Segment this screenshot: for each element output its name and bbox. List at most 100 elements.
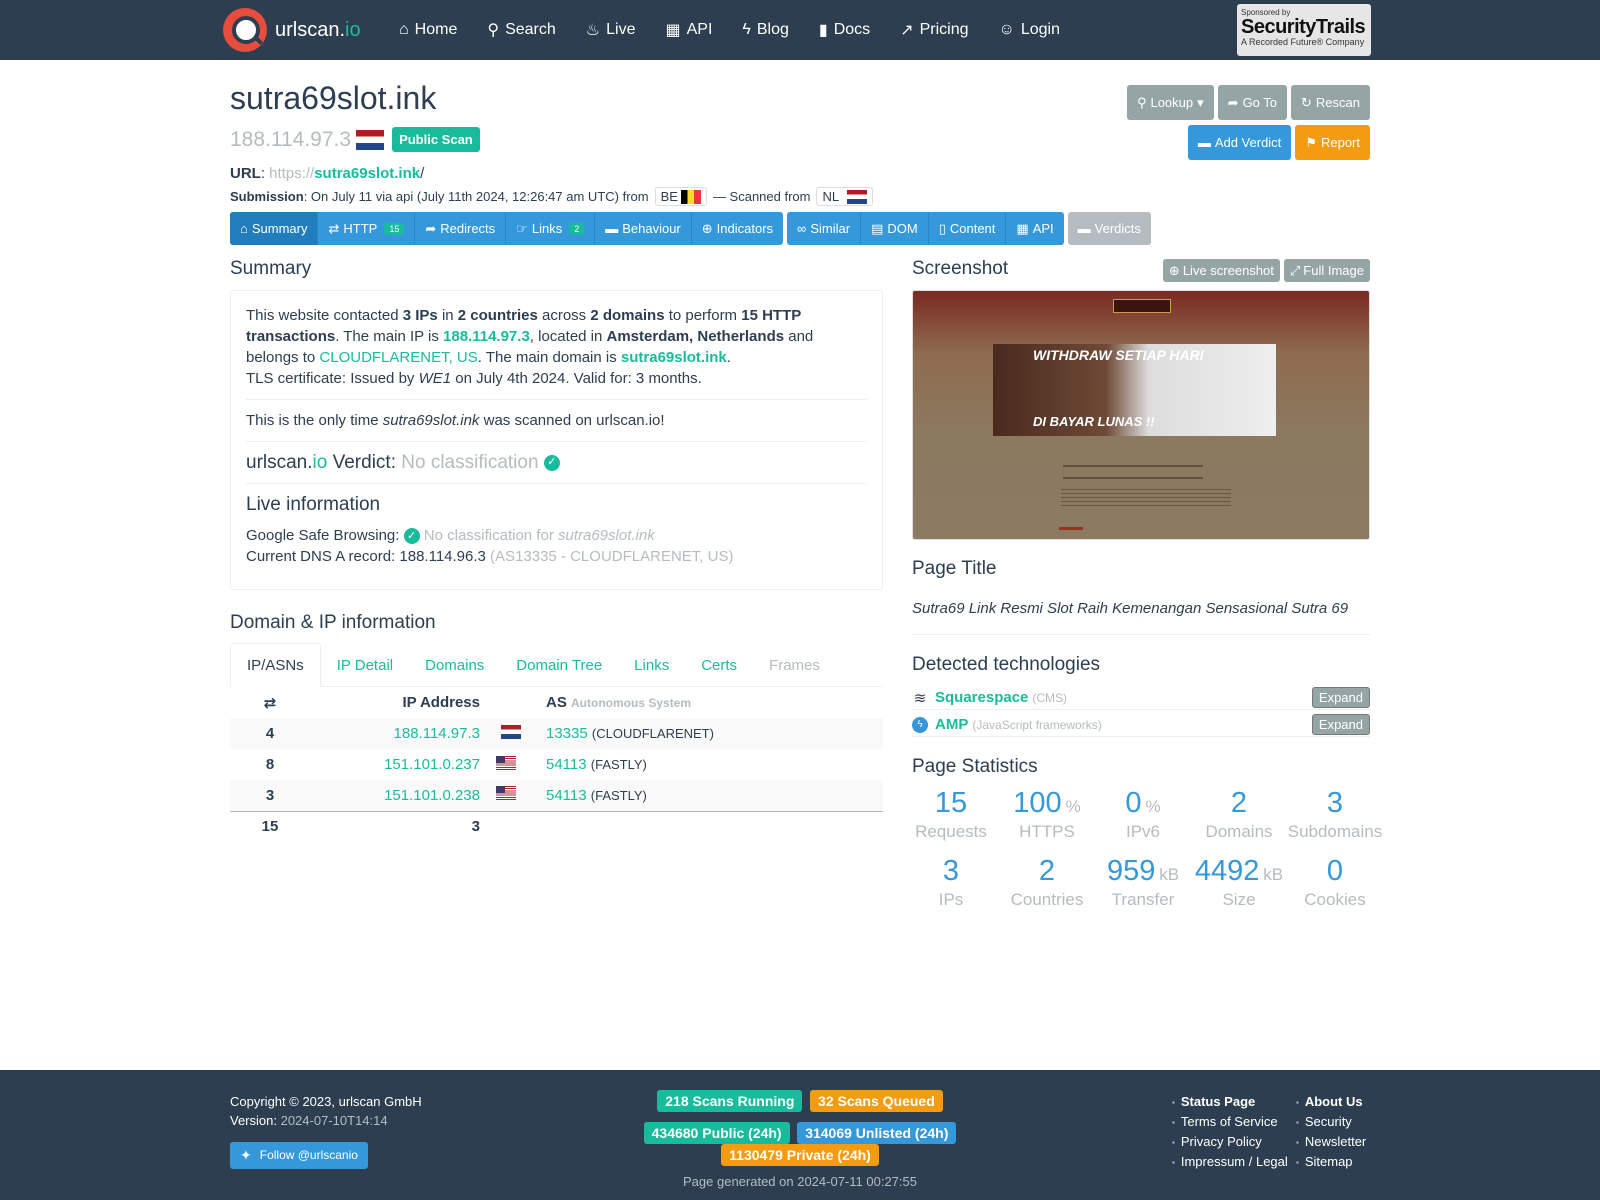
page-title-heading: Page Title	[912, 558, 997, 579]
footer-link-status[interactable]: Status Page	[1172, 1092, 1288, 1112]
page-generated: Page generated on 2024-07-11 00:27:55	[683, 1174, 917, 1189]
url-line: URL: https://sutra69slot.ink/	[230, 165, 425, 182]
asn-link[interactable]: CLOUDFLARENET, US	[319, 349, 477, 366]
tab-verdicts[interactable]: ▬ Verdicts	[1068, 212, 1151, 245]
brand-link[interactable]: urlscan.io	[223, 8, 361, 52]
tab-summary[interactable]: ⌂ Summary	[230, 212, 319, 245]
follow-twitter-button[interactable]: ✦ Follow @urlscanio	[230, 1142, 368, 1169]
report-button[interactable]: ⚑ Report	[1295, 125, 1370, 160]
hand-point-icon: ☞	[516, 220, 528, 236]
brand-text: urlscan.io	[275, 18, 361, 41]
scanner-country: NL	[816, 187, 874, 206]
nav-menu: ⌂ Home ⚲ Search ♨ Live ▦ API ϟ Blog ▮ Docs ↗ Pr…	[384, 0, 1075, 60]
submission-line: Submission: On July 11 via api (July 11t…	[230, 187, 879, 206]
tab-behaviour[interactable]: ▬ Behaviour	[595, 212, 692, 245]
goto-button[interactable]: ➦ Go To	[1217, 85, 1288, 120]
footer-link-newsletter[interactable]: Newsletter	[1296, 1132, 1366, 1152]
tab-indicators[interactable]: ⊕ Indicators	[692, 212, 783, 245]
footer-link-privacy[interactable]: Privacy Policy	[1172, 1132, 1288, 1152]
screenshot-buttons: ⊕ Live screenshot ⤢ Full Image	[1162, 259, 1370, 282]
share-icon: ➦	[425, 220, 437, 236]
ip-link[interactable]: 151.101.0.237	[384, 756, 480, 773]
tab-links[interactable]: ☞ Links 2	[506, 212, 596, 245]
live-info-heading: Live information	[246, 494, 381, 515]
live-screenshot-button[interactable]: ⊕ Live screenshot	[1162, 259, 1280, 282]
tab-similar[interactable]: ∞ Similar	[787, 212, 862, 245]
unlisted-scans-badge: 314069 Unlisted (24h)	[797, 1122, 957, 1144]
us-flag-icon	[496, 786, 516, 801]
table-row: 8 151.101.0.237 54113 (FASTLY)	[265, 755, 647, 773]
fire-icon: ♨	[585, 22, 601, 39]
page-stats-grid: 15 Requests 100 % HTTPS 0 % IPv6 2 Domains…	[903, 785, 1383, 911]
footer-link-about[interactable]: About Us	[1296, 1092, 1366, 1112]
tab-links[interactable]: Links	[618, 643, 685, 687]
page-stats-heading: Page Statistics	[912, 756, 1038, 777]
nav-live[interactable]: ♨ Live	[571, 0, 651, 60]
lookup-button[interactable]: ⚲ Lookup ▾	[1126, 85, 1214, 120]
home-icon: ⌂	[240, 221, 248, 236]
ip-link[interactable]: 188.114.97.3	[394, 725, 480, 742]
verdict-buttons: ▬ Add Verdict ⚑ Report	[1187, 125, 1370, 160]
footer-link-terms[interactable]: Terms of Service	[1172, 1112, 1288, 1132]
tab-certs[interactable]: Certs	[685, 643, 753, 687]
footer-info: Copyright © 2023, urlscan GmbH Version: …	[230, 1092, 422, 1169]
bookmark-icon: ▮	[818, 22, 828, 39]
nav-docs[interactable]: ▮ Docs	[804, 0, 885, 60]
tab-domain-tree[interactable]: Domain Tree	[500, 643, 618, 687]
exchange-icon: ⇄	[263, 694, 277, 712]
footer-link-security[interactable]: Security	[1296, 1112, 1366, 1132]
public-scans-badge: 434680 Public (24h)	[643, 1122, 790, 1144]
footer-link-sitemap[interactable]: Sitemap	[1296, 1152, 1366, 1172]
screenshot-heading: Screenshot	[912, 258, 1009, 279]
twitter-icon: ✦	[240, 1147, 252, 1163]
tab-redirects[interactable]: ➦ Redirects	[415, 212, 507, 245]
ip-link[interactable]: 151.101.0.238	[384, 787, 480, 804]
stat-https: 100 % HTTPS	[1013, 787, 1081, 841]
rescan-button[interactable]: ↻ Rescan	[1291, 85, 1370, 120]
expand-button[interactable]: Expand	[1311, 714, 1370, 735]
caret-down-icon: ▾	[1197, 94, 1204, 110]
nav-api[interactable]: ▦ API	[650, 0, 727, 60]
summary-heading: Summary	[230, 258, 312, 279]
tech-link[interactable]: Squarespace	[935, 689, 1028, 706]
asn-link[interactable]: 54113	[546, 787, 587, 804]
main-ip-link[interactable]: 188.114.97.3	[443, 328, 530, 345]
asn-link[interactable]: 54113	[546, 756, 587, 773]
tab-dom[interactable]: ▤ DOM	[861, 212, 929, 245]
nl-flag-icon	[356, 129, 385, 150]
share-icon: ➦	[1227, 94, 1239, 110]
tab-http[interactable]: ⇄ HTTP 15	[318, 212, 416, 245]
sponsor-banner[interactable]: Sponsored by SecurityTrails A Recorded F…	[1237, 4, 1371, 56]
stat-size: 4492 kB Size	[1194, 855, 1284, 909]
add-verdict-button[interactable]: ▬ Add Verdict	[1187, 125, 1292, 160]
urlscan-verdict: urlscan.io Verdict: No classification ✓	[246, 452, 867, 473]
nav-search[interactable]: ⚲ Search	[472, 0, 570, 60]
safe-browsing-status: Google Safe Browsing: ✓ No classificatio…	[246, 527, 655, 545]
us-flag-icon	[496, 755, 516, 770]
main-domain-link[interactable]: sutra69slot.ink	[621, 349, 727, 366]
expand-button[interactable]: Expand	[1311, 687, 1370, 708]
user-icon: ☺	[998, 21, 1015, 38]
tab-content[interactable]: ▯ Content	[929, 212, 1007, 245]
nav-blog[interactable]: ϟ Blog	[727, 0, 804, 60]
comment-icon: ▬	[1077, 221, 1091, 236]
scanned-url-link[interactable]: sutra69slot.ink	[314, 165, 420, 182]
nav-home[interactable]: ⌂ Home	[384, 0, 472, 60]
tab-ip-asns[interactable]: IP/ASNs	[230, 643, 321, 687]
footer-link-impressum[interactable]: Impressum / Legal	[1172, 1152, 1288, 1172]
tab-api[interactable]: ▦ API	[1006, 212, 1063, 245]
tab-ip-detail[interactable]: IP Detail	[321, 643, 409, 687]
scans-queued-badge: 32 Scans Queued	[810, 1090, 943, 1112]
tech-link[interactable]: AMP	[935, 716, 968, 733]
full-image-button[interactable]: ⤢ Full Image	[1283, 259, 1370, 282]
link-icon: ∞	[797, 221, 807, 236]
tab-domains[interactable]: Domains	[409, 643, 500, 687]
expand-icon: ⤢	[1289, 262, 1301, 278]
asn-link[interactable]: 13335	[546, 725, 588, 742]
comment-icon: ▬	[1197, 135, 1211, 150]
nav-login[interactable]: ☺ Login	[983, 0, 1075, 60]
page-screenshot[interactable]	[912, 290, 1370, 540]
ip-asn-table: ⇄ IP Address AS Autonomous System 4 188.…	[230, 687, 883, 842]
dns-record: Current DNS A record: 188.114.96.3 (AS13…	[246, 548, 734, 565]
nav-pricing[interactable]: ↗ Pricing	[885, 0, 983, 60]
